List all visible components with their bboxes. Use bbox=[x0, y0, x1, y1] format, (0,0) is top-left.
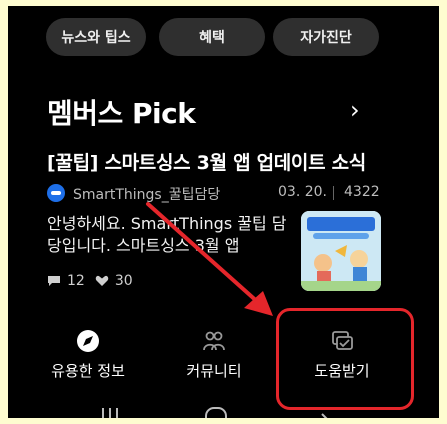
nav-label: 커뮤니티 bbox=[186, 362, 242, 380]
phone-screen: 뉴스와 팁스 혜택 자가진단 멤버스 Pick › [꿀팁] 스마트싱스 3월 … bbox=[8, 6, 439, 418]
post-title[interactable]: [꿀팁] 스마트싱스 3월 앱 업데이트 소식 bbox=[47, 148, 366, 175]
chip-benefits[interactable]: 혜택 bbox=[159, 18, 265, 56]
chevron-right-icon[interactable]: › bbox=[350, 96, 360, 124]
nav-label: 유용한 정보 bbox=[51, 362, 125, 380]
meta-divider bbox=[333, 186, 334, 200]
chip-news-tips[interactable]: 뉴스와 팁스 bbox=[46, 18, 146, 56]
comment-count: 12 bbox=[67, 273, 85, 289]
recent-apps-icon bbox=[102, 408, 118, 418]
back-icon bbox=[321, 413, 328, 418]
post-author[interactable]: SmartThings_꿀팁담당 bbox=[73, 184, 220, 204]
nav-useful-info[interactable]: 유용한 정보 bbox=[38, 328, 138, 381]
post-stats: 12 30 bbox=[47, 273, 133, 289]
post-date: 03. 20. bbox=[278, 184, 327, 200]
heart-icon bbox=[95, 275, 109, 286]
section-title: 멤버스 Pick bbox=[47, 97, 196, 130]
like-count: 30 bbox=[114, 273, 133, 289]
thumbnail-illustration bbox=[301, 211, 381, 291]
compass-icon bbox=[77, 330, 99, 352]
home-icon bbox=[205, 407, 227, 418]
system-navigation-bar bbox=[102, 407, 328, 418]
chip-self-diagnosis[interactable]: 자가진단 bbox=[273, 18, 379, 56]
nav-community[interactable]: 커뮤니티 bbox=[164, 328, 264, 381]
author-avatar bbox=[47, 184, 65, 202]
comment-icon bbox=[48, 276, 60, 286]
highlight-box bbox=[276, 308, 414, 410]
post-thumbnail[interactable] bbox=[301, 211, 381, 291]
post-excerpt[interactable]: 안녕하세요. SmartThings 꿀팁 담당입니다. 스마트싱스 3월 앱 bbox=[47, 213, 297, 257]
post-meta: SmartThings_꿀팁담당 03. 20. 4322 bbox=[47, 182, 387, 204]
post-view-count: 4322 bbox=[344, 184, 380, 200]
people-icon bbox=[203, 331, 225, 351]
